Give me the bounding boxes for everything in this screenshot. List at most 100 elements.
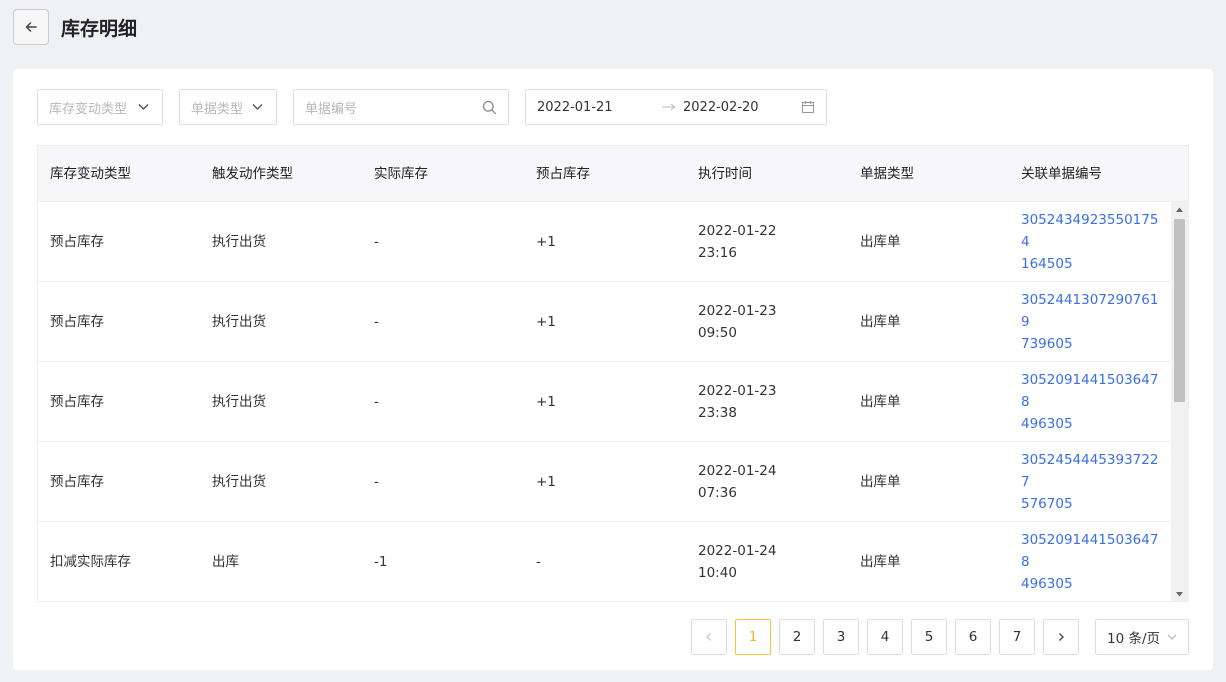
table-row: 预占库存 执行出货 - +1 2022-01-23 09:50 出库单 30524… — [38, 282, 1171, 362]
cell-change-type: 预占库存 — [50, 314, 104, 330]
prev-page-button[interactable] — [691, 619, 727, 655]
cell-change-type: 扣减实际库存 — [50, 554, 131, 570]
table-row: 预占库存 执行出货 - +1 2022-01-24 07:36 出库单 30524… — [38, 442, 1171, 522]
cell-doc-no-link[interactable]: 30524544453937227 576705 — [1021, 442, 1161, 522]
cell-action-type: 出库 — [212, 554, 239, 570]
doc-no-part-2: 496305 — [1021, 576, 1073, 592]
date-end[interactable]: 2022-02-20 — [683, 100, 759, 115]
cell-exec-time: 2022-01-23 23:38 — [698, 362, 838, 442]
pagination: 1 2 3 4 5 6 7 10 条/页 — [37, 619, 1213, 655]
cell-actual-stock: - — [374, 234, 379, 250]
date-range-picker[interactable]: 2022-01-21 2022-02-20 — [525, 89, 827, 125]
col-header-actual-stock: 实际库存 — [374, 166, 428, 182]
chevron-down-icon — [138, 104, 149, 110]
page-button-3[interactable]: 3 — [823, 619, 859, 655]
col-header-reserved-stock: 预占库存 — [536, 166, 590, 182]
search-icon[interactable] — [482, 100, 497, 115]
exec-clock: 07:36 — [698, 485, 737, 501]
page-button-7[interactable]: 7 — [999, 619, 1035, 655]
cell-action-type: 执行出货 — [212, 474, 266, 490]
page-size-select[interactable]: 10 条/页 — [1095, 619, 1189, 655]
cell-doc-type: 出库单 — [860, 394, 901, 410]
cell-exec-time: 2022-01-22 23:16 — [698, 202, 838, 282]
doc-no-part-1: 30524413072907619 — [1021, 292, 1159, 330]
col-header-action-type: 触发动作类型 — [212, 166, 293, 182]
doc-type-select[interactable]: 单据类型 — [179, 89, 277, 125]
cell-reserved-stock: +1 — [536, 394, 556, 410]
col-header-change-type: 库存变动类型 — [50, 166, 131, 182]
cell-doc-type: 出库单 — [860, 234, 901, 250]
cell-doc-type: 出库单 — [860, 474, 901, 490]
change-type-select[interactable]: 库存变动类型 — [37, 89, 163, 125]
change-type-placeholder: 库存变动类型 — [49, 101, 128, 117]
back-button[interactable] — [13, 9, 49, 45]
exec-clock: 23:16 — [698, 245, 737, 261]
table-scrollbar[interactable] — [1171, 202, 1188, 601]
cell-action-type: 执行出货 — [212, 394, 266, 410]
cell-doc-no-link[interactable]: 30524413072907619 739605 — [1021, 282, 1161, 362]
exec-clock: 23:38 — [698, 405, 737, 421]
next-page-button[interactable] — [1043, 619, 1079, 655]
cell-doc-no-link[interactable]: 30520914415036478 496305 — [1021, 522, 1161, 601]
arrow-right-icon — [662, 103, 676, 111]
exec-date: 2022-01-23 — [698, 303, 777, 319]
col-header-doc-type: 单据类型 — [860, 166, 914, 182]
cell-doc-type: 出库单 — [860, 314, 901, 330]
page-size-label: 10 条/页 — [1107, 631, 1161, 647]
cell-exec-time: 2022-01-24 07:36 — [698, 442, 838, 522]
table-row: 预占库存 执行出货 - +1 2022-01-23 23:38 出库单 30520… — [38, 362, 1171, 442]
doc-no-search-input[interactable]: 单据编号 — [293, 89, 509, 125]
cell-doc-no-link[interactable]: 30520914415036478 496305 — [1021, 362, 1161, 442]
content-card: 库存变动类型 单据类型 单据编号 2022-01-21 2022-02-20 库… — [13, 69, 1213, 670]
inventory-table: 库存变动类型 触发动作类型 实际库存 预占库存 执行时间 单据类型 关联单据编号… — [37, 145, 1189, 602]
date-start[interactable]: 2022-01-21 — [537, 100, 613, 115]
page-title: 库存明细 — [61, 17, 138, 40]
col-header-exec-time: 执行时间 — [698, 166, 752, 182]
page-button-2[interactable]: 2 — [779, 619, 815, 655]
cell-doc-no-link[interactable]: 30524349235501754 164505 — [1021, 202, 1161, 282]
doc-no-part-2: 496305 — [1021, 416, 1073, 432]
cell-exec-time: 2022-01-23 09:50 — [698, 282, 838, 362]
cell-change-type: 预占库存 — [50, 394, 104, 410]
cell-actual-stock: - — [374, 314, 379, 330]
chevron-down-icon — [252, 104, 263, 110]
scrollbar-thumb[interactable] — [1174, 219, 1185, 402]
cell-reserved-stock: - — [536, 554, 541, 570]
page-header: 库存明细 — [13, 9, 137, 45]
doc-no-part-1: 30524544453937227 — [1021, 452, 1159, 490]
cell-actual-stock: - — [374, 474, 379, 490]
cell-actual-stock: -1 — [374, 554, 388, 570]
exec-clock: 10:40 — [698, 565, 737, 581]
doc-no-part-1: 30524349235501754 — [1021, 212, 1159, 250]
page-button-1[interactable]: 1 — [735, 619, 771, 655]
scroll-down-arrow-icon[interactable] — [1175, 591, 1184, 598]
page-button-6[interactable]: 6 — [955, 619, 991, 655]
cell-reserved-stock: +1 — [536, 474, 556, 490]
doc-no-placeholder: 单据编号 — [305, 101, 358, 117]
cell-reserved-stock: +1 — [536, 314, 556, 330]
cell-action-type: 执行出货 — [212, 234, 266, 250]
cell-doc-type: 出库单 — [860, 554, 901, 570]
cell-actual-stock: - — [374, 394, 379, 410]
table-row: 扣减实际库存 出库 -1 - 2022-01-24 10:40 出库单 30520… — [38, 522, 1171, 601]
chevron-down-icon — [1167, 634, 1177, 640]
cell-reserved-stock: +1 — [536, 234, 556, 250]
scroll-up-arrow-icon[interactable] — [1175, 206, 1184, 213]
cell-change-type: 预占库存 — [50, 474, 104, 490]
arrow-left-icon — [25, 22, 37, 32]
cell-action-type: 执行出货 — [212, 314, 266, 330]
page-button-4[interactable]: 4 — [867, 619, 903, 655]
exec-date: 2022-01-22 — [698, 223, 777, 239]
exec-date: 2022-01-24 — [698, 463, 777, 479]
doc-no-part-2: 739605 — [1021, 336, 1073, 352]
page-button-5[interactable]: 5 — [911, 619, 947, 655]
doc-no-part-2: 164505 — [1021, 256, 1073, 272]
chevron-right-icon — [1059, 633, 1064, 641]
exec-date: 2022-01-23 — [698, 383, 777, 399]
doc-no-part-1: 30520914415036478 — [1021, 372, 1159, 410]
calendar-icon — [801, 101, 815, 114]
doc-type-placeholder: 单据类型 — [191, 101, 244, 117]
doc-no-part-2: 576705 — [1021, 496, 1073, 512]
chevron-left-icon — [706, 633, 711, 641]
table-header: 库存变动类型 触发动作类型 实际库存 预占库存 执行时间 单据类型 关联单据编号 — [38, 146, 1188, 202]
